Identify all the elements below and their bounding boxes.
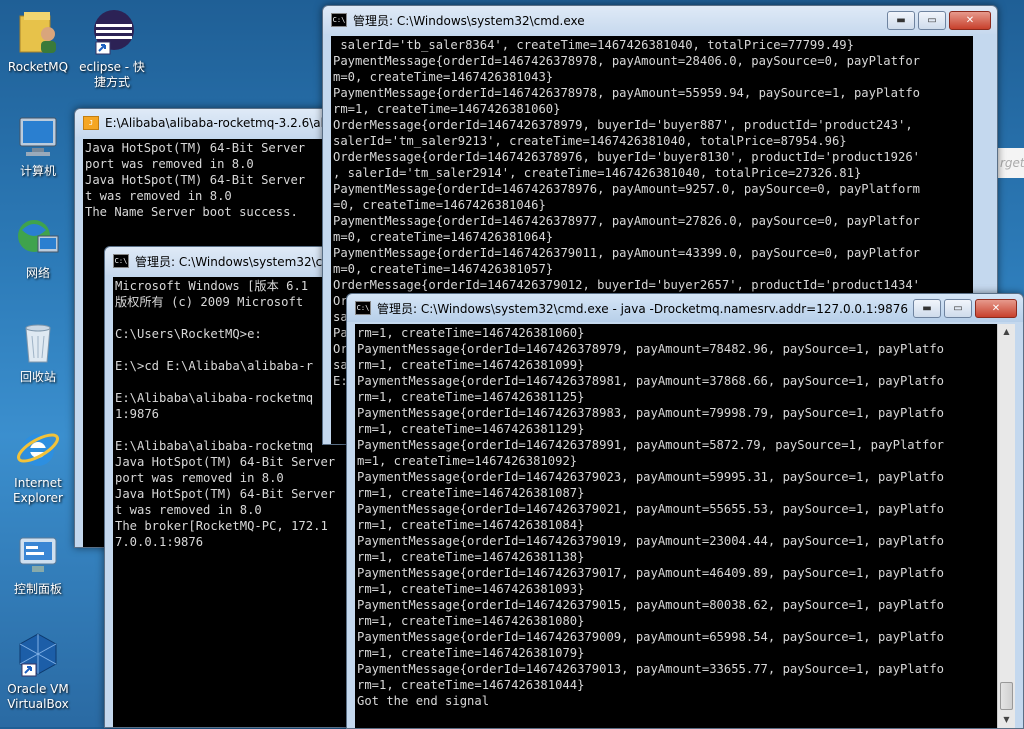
desktop-icon-label: 回收站 <box>19 370 56 384</box>
desktop-icon-computer[interactable]: 计算机 <box>2 112 74 179</box>
network-icon <box>14 214 62 262</box>
desktop-icon-label: RocketMQ <box>7 60 69 74</box>
close-button[interactable]: ✕ <box>975 298 1017 318</box>
desktop-icon-virtualbox[interactable]: Oracle VM VirtualBox <box>2 630 74 712</box>
console-text: rm=1, createTime=1467426381060} PaymentM… <box>357 326 944 708</box>
desktop-icon-rocketmq[interactable]: RocketMQ <box>2 8 74 75</box>
maximize-button[interactable]: ▭ <box>944 298 972 318</box>
console-output[interactable]: rm=1, createTime=1467426381060} PaymentM… <box>355 324 998 728</box>
window-title: 管理员: C:\Windows\system32\cmd.exe <box>353 13 585 28</box>
consumer-console-window[interactable]: C:\ 管理员: C:\Windows\system32\cmd.exe - j… <box>346 293 1024 729</box>
minimize-button[interactable]: ▬ <box>887 10 915 30</box>
vertical-scrollbar[interactable]: ▲ ▼ <box>997 324 1015 728</box>
recycle-bin-icon <box>14 318 62 366</box>
window-titlebar[interactable]: J E:\Alibaba\alibaba-rocketmq-3.2.6\ali <box>75 109 345 137</box>
cmd-icon: C:\ <box>113 254 129 268</box>
desktop-icon-label: 控制面板 <box>13 582 62 596</box>
internet-explorer-icon <box>14 424 62 472</box>
java-app-icon: J <box>83 116 99 130</box>
window-title: E:\Alibaba\alibaba-rocketmq-3.2.6\ali <box>105 116 328 130</box>
scroll-thumb[interactable] <box>1000 682 1013 710</box>
scroll-up-arrow-icon[interactable]: ▲ <box>998 324 1015 340</box>
window-titlebar[interactable]: C:\ 管理员: C:\Windows\system32\cmd.exe ▬ ▭… <box>323 6 997 34</box>
desktop-icon-internet-explorer[interactable]: Internet Explorer <box>2 424 74 506</box>
close-button[interactable]: ✕ <box>949 10 991 30</box>
minimize-button[interactable]: ▬ <box>913 298 941 318</box>
window-title: 管理员: C:\Windows\system32\cmd.exe - java … <box>377 301 910 316</box>
maximize-button[interactable]: ▭ <box>918 10 946 30</box>
desktop-icon-label: eclipse - 快捷方式 <box>79 60 145 89</box>
desktop-icon-recycle-bin[interactable]: 回收站 <box>2 318 74 385</box>
console-text: Microsoft Windows [版本 6.1 版权所有 (c) 2009 … <box>115 279 336 549</box>
desktop-icon-label: Oracle VM VirtualBox <box>7 682 69 711</box>
desktop-icon-control-panel[interactable]: 控制面板 <box>2 530 74 597</box>
broker-console-window[interactable]: C:\ 管理员: C:\Windows\system32\cmd Microso… <box>104 246 356 728</box>
desktop-icon-label: 网络 <box>25 266 50 280</box>
desktop-icon-eclipse[interactable]: eclipse - 快捷方式 <box>76 8 148 90</box>
virtualbox-icon <box>14 630 62 678</box>
folder-user-icon <box>14 8 62 56</box>
computer-icon <box>14 112 62 160</box>
window-titlebar[interactable]: C:\ 管理员: C:\Windows\system32\cmd <box>105 247 355 275</box>
scroll-down-arrow-icon[interactable]: ▼ <box>998 712 1015 728</box>
console-text: Java HotSpot(TM) 64-Bit Server port was … <box>85 141 306 219</box>
eclipse-icon <box>88 8 136 56</box>
eclipse-window-edge[interactable]: rget <box>996 148 1024 178</box>
desktop-icon-label: Internet Explorer <box>13 476 63 505</box>
console-output[interactable]: Microsoft Windows [版本 6.1 版权所有 (c) 2009 … <box>113 277 347 727</box>
window-titlebar[interactable]: C:\ 管理员: C:\Windows\system32\cmd.exe - j… <box>347 294 1023 322</box>
control-panel-icon <box>14 530 62 578</box>
cmd-icon: C:\ <box>355 301 371 315</box>
cmd-icon: C:\ <box>331 13 347 27</box>
desktop-icon-network[interactable]: 网络 <box>2 214 74 281</box>
desktop-icon-label: 计算机 <box>19 164 56 178</box>
